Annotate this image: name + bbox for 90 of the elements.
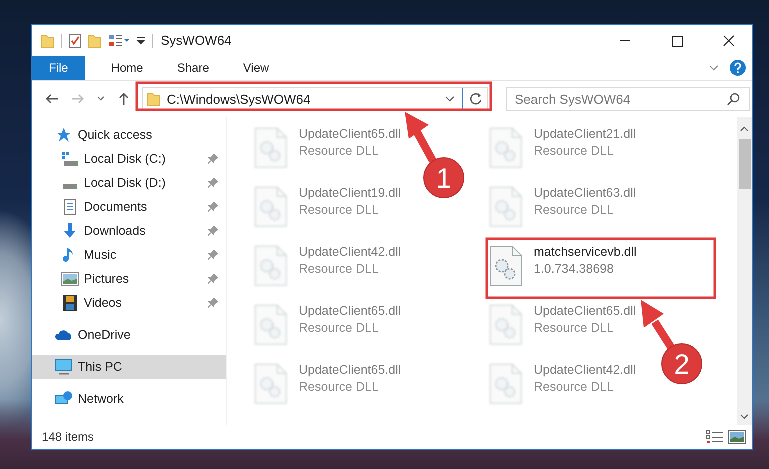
file-name: UpdateClient65.dll [299, 363, 402, 377]
pictures-icon [61, 272, 79, 286]
dll-file-icon [489, 245, 523, 287]
cloud-icon [55, 329, 73, 341]
file-name: UpdateClient65.dll [534, 304, 636, 318]
dll-file-icon [489, 363, 523, 405]
file-description: Resource DLL [299, 203, 380, 217]
file-item[interactable]: UpdateClient19.dll Resource DLL [254, 186, 402, 228]
dll-file-icon [489, 304, 523, 346]
ribbon-tab[interactable]: View [227, 56, 286, 80]
refresh-icon[interactable] [469, 92, 483, 106]
sidebar-item[interactable]: Documents [32, 195, 226, 219]
sidebar-item[interactable]: Network [32, 387, 226, 411]
dll-file-icon [254, 245, 288, 287]
arrow [641, 300, 674, 350]
file-name: UpdateClient42.dll [299, 245, 402, 259]
dll-file-icon [489, 127, 523, 169]
file-item[interactable]: UpdateClient65.dll Resource DLL [254, 127, 402, 169]
sidebar-item[interactable]: Quick access [32, 123, 226, 147]
file-item[interactable]: UpdateClient65.dll Resource DLL [254, 304, 402, 346]
pin-icon[interactable] [208, 298, 218, 308]
pin-icon[interactable] [208, 274, 218, 284]
file-description: Resource DLL [534, 144, 615, 158]
scroll-thumb[interactable] [738, 139, 750, 189]
file-item[interactable]: UpdateClient63.dll Resource DLL [489, 186, 636, 228]
file-name: UpdateClient19.dll [299, 186, 402, 200]
network-icon [55, 391, 73, 407]
drive-icon [61, 151, 79, 167]
customize-toolbar-icon[interactable] [108, 32, 130, 48]
help-icon[interactable] [730, 60, 746, 76]
address-bar[interactable]: C:\Windows\SysWOW64 [142, 87, 488, 111]
search-field[interactable]: Search SysWOW64 [506, 87, 750, 111]
item-count: 148 items [42, 430, 94, 444]
file-description: Resource DLL [299, 144, 380, 158]
sidebar-item[interactable]: Videos [32, 291, 226, 315]
drive-icon [63, 184, 77, 188]
file-item[interactable]: UpdateClient65.dll Resource DLL [489, 304, 636, 346]
step-number: 2 [662, 344, 702, 384]
file-name: UpdateClient65.dll [299, 304, 402, 318]
file-name: UpdateClient65.dll [299, 127, 402, 141]
file-name: UpdateClient63.dll [534, 186, 636, 200]
ribbon-tab[interactable]: Share [161, 56, 226, 80]
sidebar-item[interactable]: This PC [32, 355, 226, 379]
sidebar-item[interactable]: Local Disk (D:) [32, 171, 226, 195]
search-icon[interactable] [727, 92, 741, 106]
file-description: Resource DLL [534, 321, 615, 335]
dll-file-icon [254, 186, 288, 228]
file-description: Resource DLL [534, 380, 615, 394]
file-item[interactable]: UpdateClient21.dll Resource DLL [489, 127, 636, 169]
file-item[interactable]: UpdateClient65.dll Resource DLL [254, 363, 402, 405]
pin-icon[interactable] [208, 250, 218, 260]
pin-icon[interactable] [208, 154, 218, 164]
file-description: Resource DLL [299, 262, 380, 276]
computer-icon [55, 359, 73, 375]
sidebar-item[interactable]: Downloads [32, 219, 226, 243]
large-icons-view-icon[interactable] [728, 430, 746, 444]
star-icon [56, 127, 72, 143]
file-item[interactable]: UpdateClient42.dll Resource DLL [254, 245, 402, 287]
file-name: UpdateClient21.dll [534, 127, 636, 141]
file-item[interactable]: matchservicevb.dll 1.0.734.38698 [489, 245, 637, 287]
properties-icon[interactable] [68, 32, 82, 48]
document-icon [63, 199, 77, 215]
pin-icon[interactable] [208, 202, 218, 212]
file-name: matchservicevb.dll [534, 245, 637, 259]
ribbon-tab[interactable]: Home [95, 56, 160, 80]
details-view-icon[interactable] [706, 430, 724, 444]
film-icon [63, 295, 77, 311]
vertical-scrollbar[interactable] [737, 117, 752, 425]
folder-icon [147, 91, 161, 107]
dll-file-icon [254, 127, 288, 169]
dll-file-icon [489, 186, 523, 228]
file-description: Resource DLL [534, 203, 615, 217]
file-description: 1.0.734.38698 [534, 262, 615, 276]
dll-file-icon [254, 304, 288, 346]
pin-icon[interactable] [208, 226, 218, 236]
sidebar-item[interactable]: Pictures [32, 267, 226, 291]
step-number: 1 [424, 158, 464, 198]
download-icon [62, 223, 78, 239]
pin-icon[interactable] [208, 178, 218, 188]
sidebar-item[interactable]: Music [32, 243, 226, 267]
sidebar-item[interactable]: OneDrive [32, 323, 226, 347]
window-title: SysWOW64 [161, 33, 232, 48]
file-description: Resource DLL [299, 321, 380, 335]
arrow [405, 112, 436, 163]
file-menu-tab[interactable]: File [32, 56, 86, 80]
file-description: Resource DLL [299, 380, 380, 394]
sidebar-item[interactable]: Local Disk (C:) [32, 147, 226, 171]
file-name: UpdateClient42.dll [534, 363, 636, 377]
file-item[interactable]: UpdateClient42.dll Resource DLL [489, 363, 636, 405]
dll-file-icon [254, 363, 288, 405]
